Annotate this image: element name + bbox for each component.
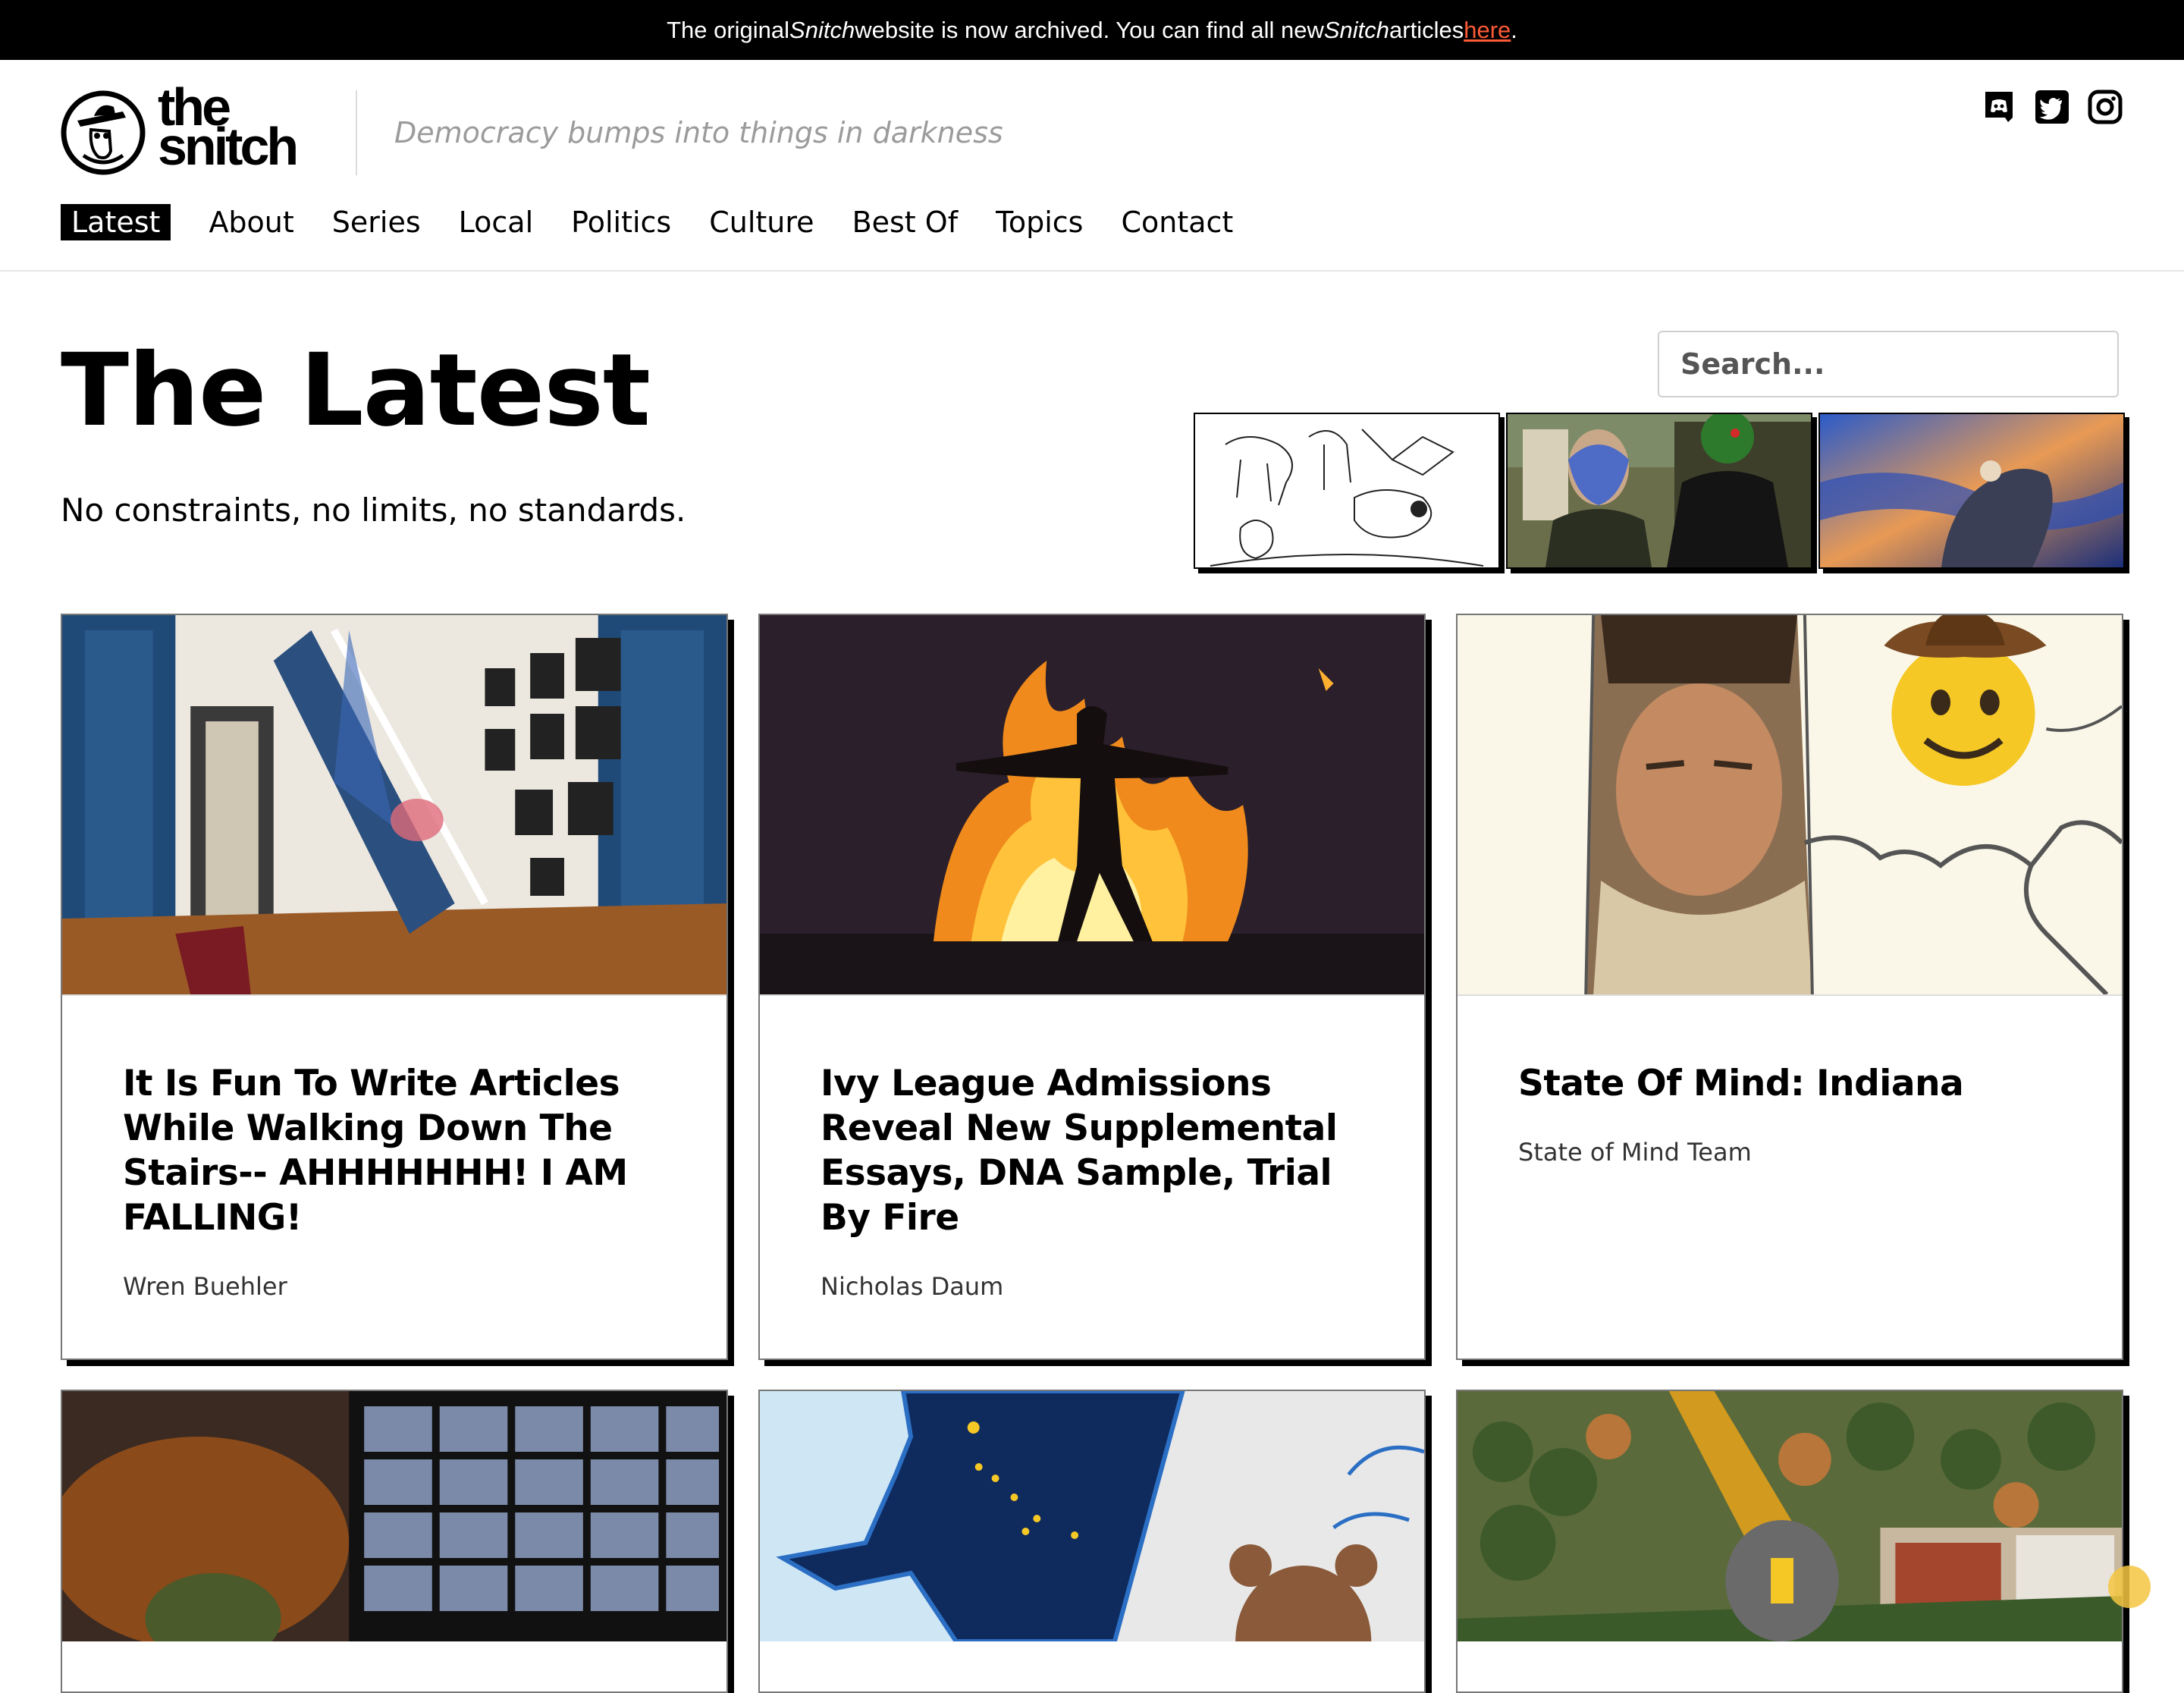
thumb-painted-sky[interactable]: [1818, 413, 2125, 569]
card-title[interactable]: It Is Fun To Write Articles While Walkin…: [123, 1061, 666, 1240]
snitch-logo-icon[interactable]: [61, 90, 146, 175]
logo-wordmark[interactable]: the snitch: [158, 80, 299, 176]
nav-about[interactable]: About: [209, 204, 293, 240]
card-image-alaska-map[interactable]: [760, 1391, 1424, 1641]
twitter-icon[interactable]: [2034, 89, 2070, 125]
card-title[interactable]: State Of Mind: Indiana: [1518, 1061, 2061, 1106]
site-tagline: Democracy bumps into things in darkness: [394, 116, 1003, 149]
logo-line-2: snitch: [158, 117, 299, 176]
social-links: [1981, 89, 2123, 125]
card-author[interactable]: Wren Buehler: [123, 1272, 666, 1301]
nav-best-of[interactable]: Best Of: [852, 204, 959, 240]
article-card[interactable]: State Of Mind: Indiana State of Mind Tea…: [1456, 614, 2123, 1360]
card-title[interactable]: Ivy League Admissions Reveal New Supplem…: [821, 1061, 1363, 1240]
page-title: The Latest: [61, 332, 651, 449]
card-image-video-call[interactable]: [62, 1391, 726, 1641]
nav-local[interactable]: Local: [459, 204, 534, 240]
main-nav: Latest About Series Local Politics Cultu…: [61, 204, 1233, 240]
header-divider: [356, 90, 357, 175]
search-input[interactable]: [1658, 331, 2119, 397]
card-author[interactable]: Nicholas Daum: [821, 1272, 1363, 1301]
nav-politics[interactable]: Politics: [571, 204, 671, 240]
banner-end: .: [1511, 16, 1517, 43]
card-image-indiana[interactable]: [1458, 615, 2122, 996]
article-card[interactable]: [61, 1390, 728, 1693]
nav-series[interactable]: Series: [332, 204, 421, 240]
thumb-painted-portraits[interactable]: [1506, 413, 1812, 569]
nav-culture[interactable]: Culture: [709, 204, 814, 240]
article-card[interactable]: [758, 1390, 1426, 1693]
archive-banner: The original Snitch website is now archi…: [0, 0, 2184, 60]
card-body: Ivy League Admissions Reveal New Supplem…: [760, 996, 1424, 1301]
article-card[interactable]: Ivy League Admissions Reveal New Supplem…: [758, 614, 1426, 1360]
floating-action-button[interactable]: [2108, 1566, 2151, 1608]
article-card[interactable]: [1456, 1390, 2123, 1693]
article-card[interactable]: It Is Fun To Write Articles While Walkin…: [61, 614, 728, 1360]
banner-suffix: articles: [1389, 16, 1464, 43]
card-author[interactable]: State of Mind Team: [1518, 1138, 2061, 1167]
thumb-sketch[interactable]: [1194, 413, 1500, 569]
featured-thumbnails: [1194, 413, 2125, 569]
nav-contact[interactable]: Contact: [1121, 204, 1233, 240]
card-image-aerial-campus[interactable]: [1458, 1391, 2122, 1641]
nav-latest[interactable]: Latest: [61, 204, 171, 240]
discord-icon[interactable]: [1981, 89, 2017, 125]
banner-prefix: The original: [667, 16, 790, 43]
banner-middle: website is now archived. You can find al…: [855, 16, 1324, 43]
card-body: State Of Mind: Indiana State of Mind Tea…: [1458, 996, 2122, 1167]
site-header: the snitch Democracy bumps into things i…: [0, 60, 2184, 272]
banner-here-link[interactable]: here: [1464, 17, 1511, 44]
instagram-icon[interactable]: [2087, 89, 2123, 125]
page-subtitle: No constraints, no limits, no standards.: [61, 492, 686, 529]
banner-brand-1: Snitch: [789, 16, 855, 43]
banner-brand-2: Snitch: [1323, 16, 1390, 43]
card-image-fire[interactable]: [760, 615, 1424, 996]
card-body: It Is Fun To Write Articles While Walkin…: [62, 996, 726, 1301]
nav-topics[interactable]: Topics: [996, 204, 1083, 240]
card-image-stairs[interactable]: [62, 615, 726, 996]
